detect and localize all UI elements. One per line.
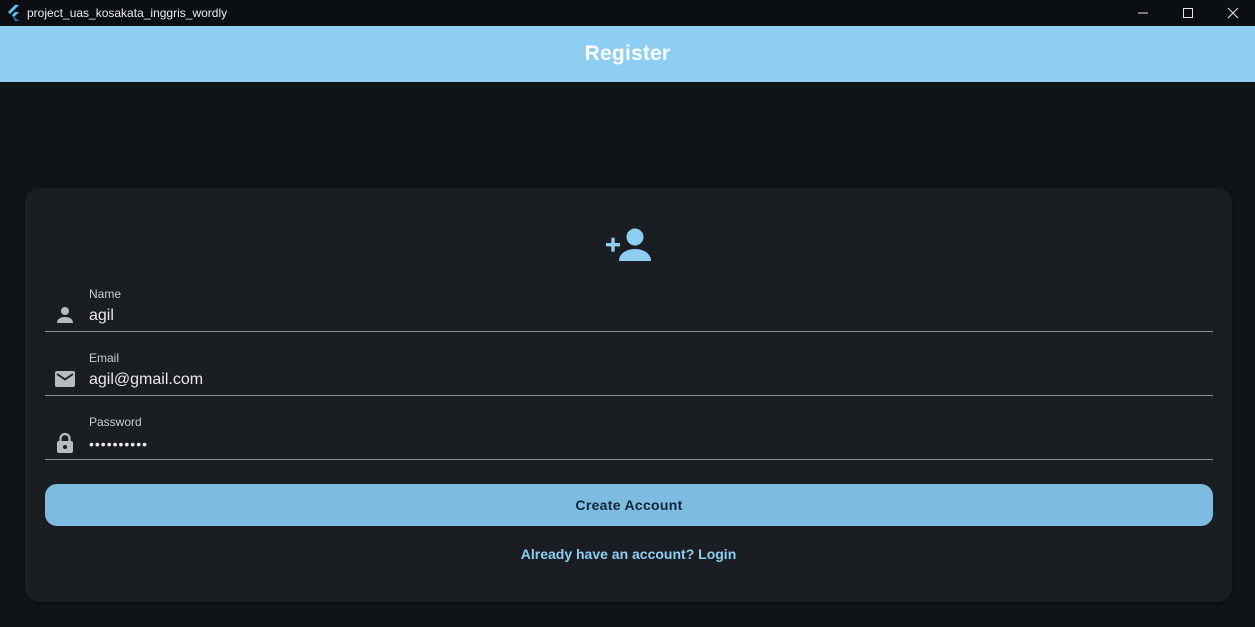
- close-button[interactable]: [1210, 0, 1255, 26]
- close-icon: [1227, 7, 1238, 19]
- register-card: Name agil Email agil@gmail.com Password …: [25, 188, 1232, 602]
- minimize-icon: [1137, 12, 1148, 14]
- window-title-bar: project_uas_kosakata_inggris_wordly: [0, 0, 1255, 26]
- window-title: project_uas_kosakata_inggris_wordly: [27, 6, 228, 20]
- name-field[interactable]: Name agil: [45, 287, 1213, 332]
- maximize-icon: [1182, 8, 1193, 18]
- email-field[interactable]: Email agil@gmail.com: [45, 351, 1213, 396]
- email-input[interactable]: agil@gmail.com: [89, 371, 203, 389]
- password-label: Password: [89, 415, 142, 429]
- maximize-button[interactable]: [1165, 0, 1210, 26]
- page-title: Register: [584, 42, 671, 65]
- app-bar: Register: [0, 26, 1255, 82]
- email-label: Email: [89, 351, 120, 365]
- login-link-row: Already have an account? Login: [25, 546, 1232, 562]
- password-field[interactable]: Password ••••••••••: [45, 415, 1213, 460]
- name-input[interactable]: agil: [89, 307, 114, 325]
- password-input[interactable]: ••••••••••: [89, 436, 148, 452]
- person-icon: [53, 303, 77, 327]
- name-label: Name: [89, 287, 122, 301]
- flutter-logo-icon: [6, 5, 22, 21]
- login-link[interactable]: Already have an account? Login: [521, 546, 737, 562]
- person-add-icon: [605, 226, 653, 262]
- create-account-button[interactable]: Create Account: [45, 484, 1213, 526]
- mail-icon: [53, 367, 77, 391]
- lock-icon: [53, 431, 77, 455]
- minimize-button[interactable]: [1120, 0, 1165, 26]
